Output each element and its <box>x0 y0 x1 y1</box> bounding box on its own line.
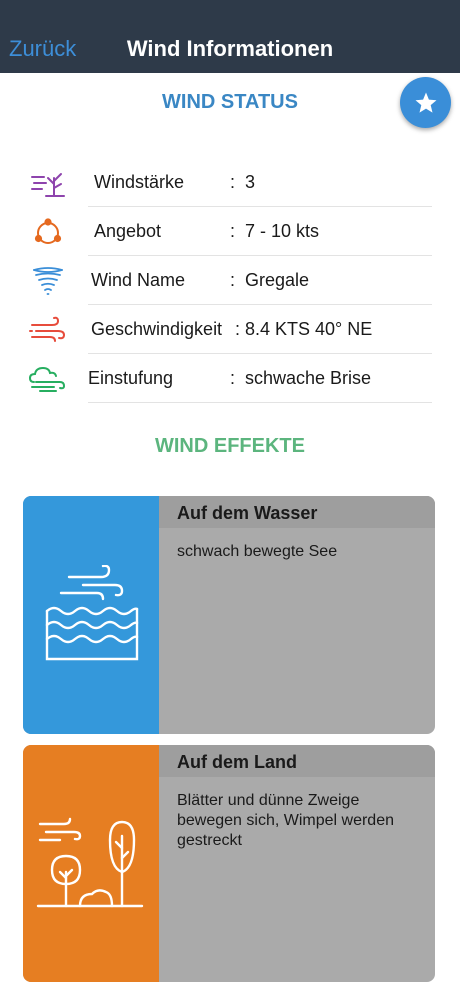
row-label: Angebot <box>94 221 162 241</box>
card-heading: Auf dem Land <box>177 752 297 772</box>
favorite-button[interactable] <box>400 77 451 128</box>
row-label: Geschwindigkeit <box>91 319 223 339</box>
row-value: Gregale <box>245 270 310 290</box>
row-colon: : <box>235 319 241 339</box>
tornado-icon <box>33 267 63 295</box>
trees-wind-icon <box>36 817 144 907</box>
row-colon: : <box>230 221 236 241</box>
wind-effects-title: WIND EFFEKTE <box>155 435 305 457</box>
row-value: 7 - 10 kts <box>245 221 320 241</box>
row-label: Einstufung <box>88 368 174 388</box>
land-card-image <box>23 745 159 982</box>
row-value: schwache Brise <box>245 368 372 388</box>
row-label: Wind Name <box>91 270 186 290</box>
row-colon: : <box>230 270 236 290</box>
card-description: Blätter und dünne Zweige bewegen sich, W… <box>177 792 394 849</box>
row-colon: : <box>230 368 236 388</box>
status-row-windstaerke: Windstärke : 3 <box>0 158 460 207</box>
land-effect-card: Auf dem Land Blätter und dünne Zweige be… <box>23 745 435 982</box>
status-row-geschwindigkeit: Geschwindigkeit : 8.4 KTS 40° NE <box>0 305 460 354</box>
wind-speed-icon <box>29 316 66 342</box>
tree-wind-icon <box>31 173 65 197</box>
status-row-wind-name: Wind Name : Gregale <box>0 256 460 305</box>
card-description: schwach bewegte See <box>177 543 338 560</box>
back-button[interactable]: Zurück <box>9 36 76 62</box>
status-row-angebot: Angebot : 7 - 10 kts <box>0 207 460 256</box>
status-row-einstufung: Einstufung : schwache Brise <box>0 354 460 403</box>
navigation-bar: Zurück Wind Informationen <box>0 0 460 73</box>
row-value: 3 <box>245 172 256 192</box>
divider <box>88 402 432 403</box>
water-card-image <box>23 496 159 734</box>
row-colon: : <box>230 172 236 192</box>
star-icon <box>415 92 436 113</box>
wind-waves-icon <box>45 565 139 661</box>
cycle-icon <box>34 218 62 244</box>
card-heading: Auf dem Wasser <box>177 503 318 523</box>
row-label: Windstärke <box>94 172 185 192</box>
wind-status-title: WIND STATUS <box>162 91 298 113</box>
row-value: 8.4 KTS 40° NE <box>245 319 373 339</box>
water-effect-card: Auf dem Wasser schwach bewegte See <box>23 496 435 734</box>
cloud-wind-icon <box>28 366 66 392</box>
